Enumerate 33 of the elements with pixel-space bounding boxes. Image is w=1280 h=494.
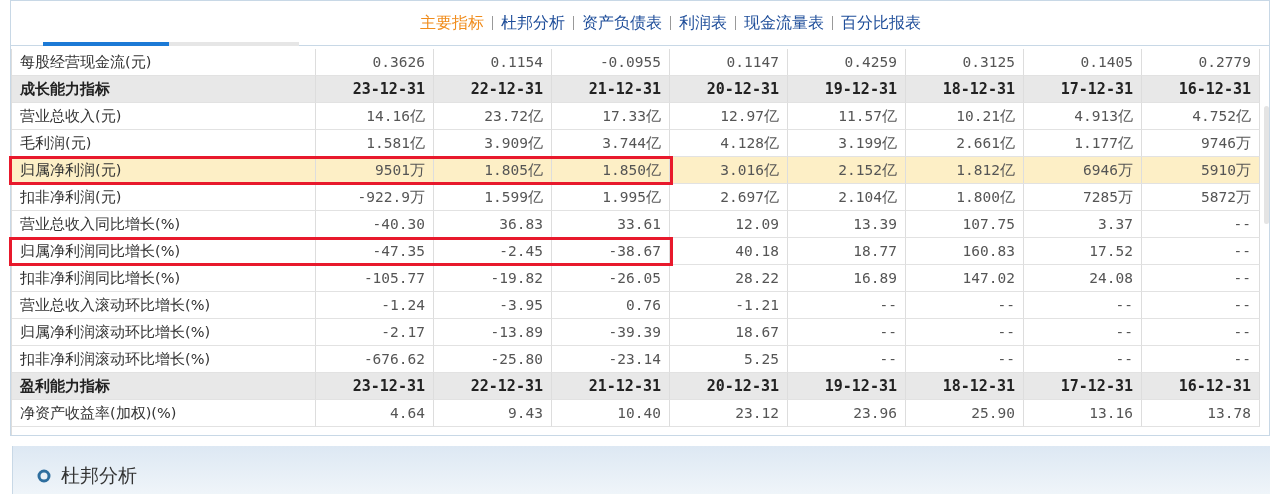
table-cell: 9501万 xyxy=(316,157,434,184)
section-title: 杜邦分析 xyxy=(61,463,137,488)
table-cell: -40.30 xyxy=(316,211,434,238)
table-cell: 36.83 xyxy=(434,211,552,238)
table-cell: -47.35 xyxy=(316,238,434,265)
table-cell: 3.744亿 xyxy=(552,130,670,157)
table-cell: -38.67 xyxy=(552,238,670,265)
table-cell: 13.78 xyxy=(1142,400,1260,427)
row-label: 归属净利润同比增长(%) xyxy=(12,238,316,265)
tab[interactable]: 现金流量表 xyxy=(743,12,824,34)
table-cell: 10.40 xyxy=(552,400,670,427)
table-cell: 23.96 xyxy=(788,400,906,427)
tab[interactable]: 杜邦分析 xyxy=(500,12,565,34)
scrollbar[interactable] xyxy=(1264,106,1269,224)
circle-icon xyxy=(37,469,51,483)
table-cell: 1.850亿 xyxy=(552,157,670,184)
row-label: 净资产收益率(加权)(%) xyxy=(12,400,316,427)
table-cell: 23.12 xyxy=(670,400,788,427)
table-cell: 9.43 xyxy=(434,400,552,427)
table-cell: 1.581亿 xyxy=(316,130,434,157)
row-label: 归属净利润(元) xyxy=(12,157,316,184)
table-cell: -2.45 xyxy=(434,238,552,265)
tab[interactable]: 资产负债表 xyxy=(581,12,662,34)
tab[interactable]: 利润表 xyxy=(678,12,727,34)
table-cell: 33.61 xyxy=(552,211,670,238)
tab[interactable]: 百分比报表 xyxy=(840,12,921,34)
row-label: 毛利润(元) xyxy=(12,130,316,157)
table-cell: 4.64 xyxy=(316,400,434,427)
table-cell: 1.805亿 xyxy=(434,157,552,184)
table-cell: 25.90 xyxy=(906,400,1024,427)
table-cell: 13.16 xyxy=(1024,400,1142,427)
row-label: 营业总收入同比增长(%) xyxy=(12,211,316,238)
table-cell: 3.909亿 xyxy=(434,130,552,157)
